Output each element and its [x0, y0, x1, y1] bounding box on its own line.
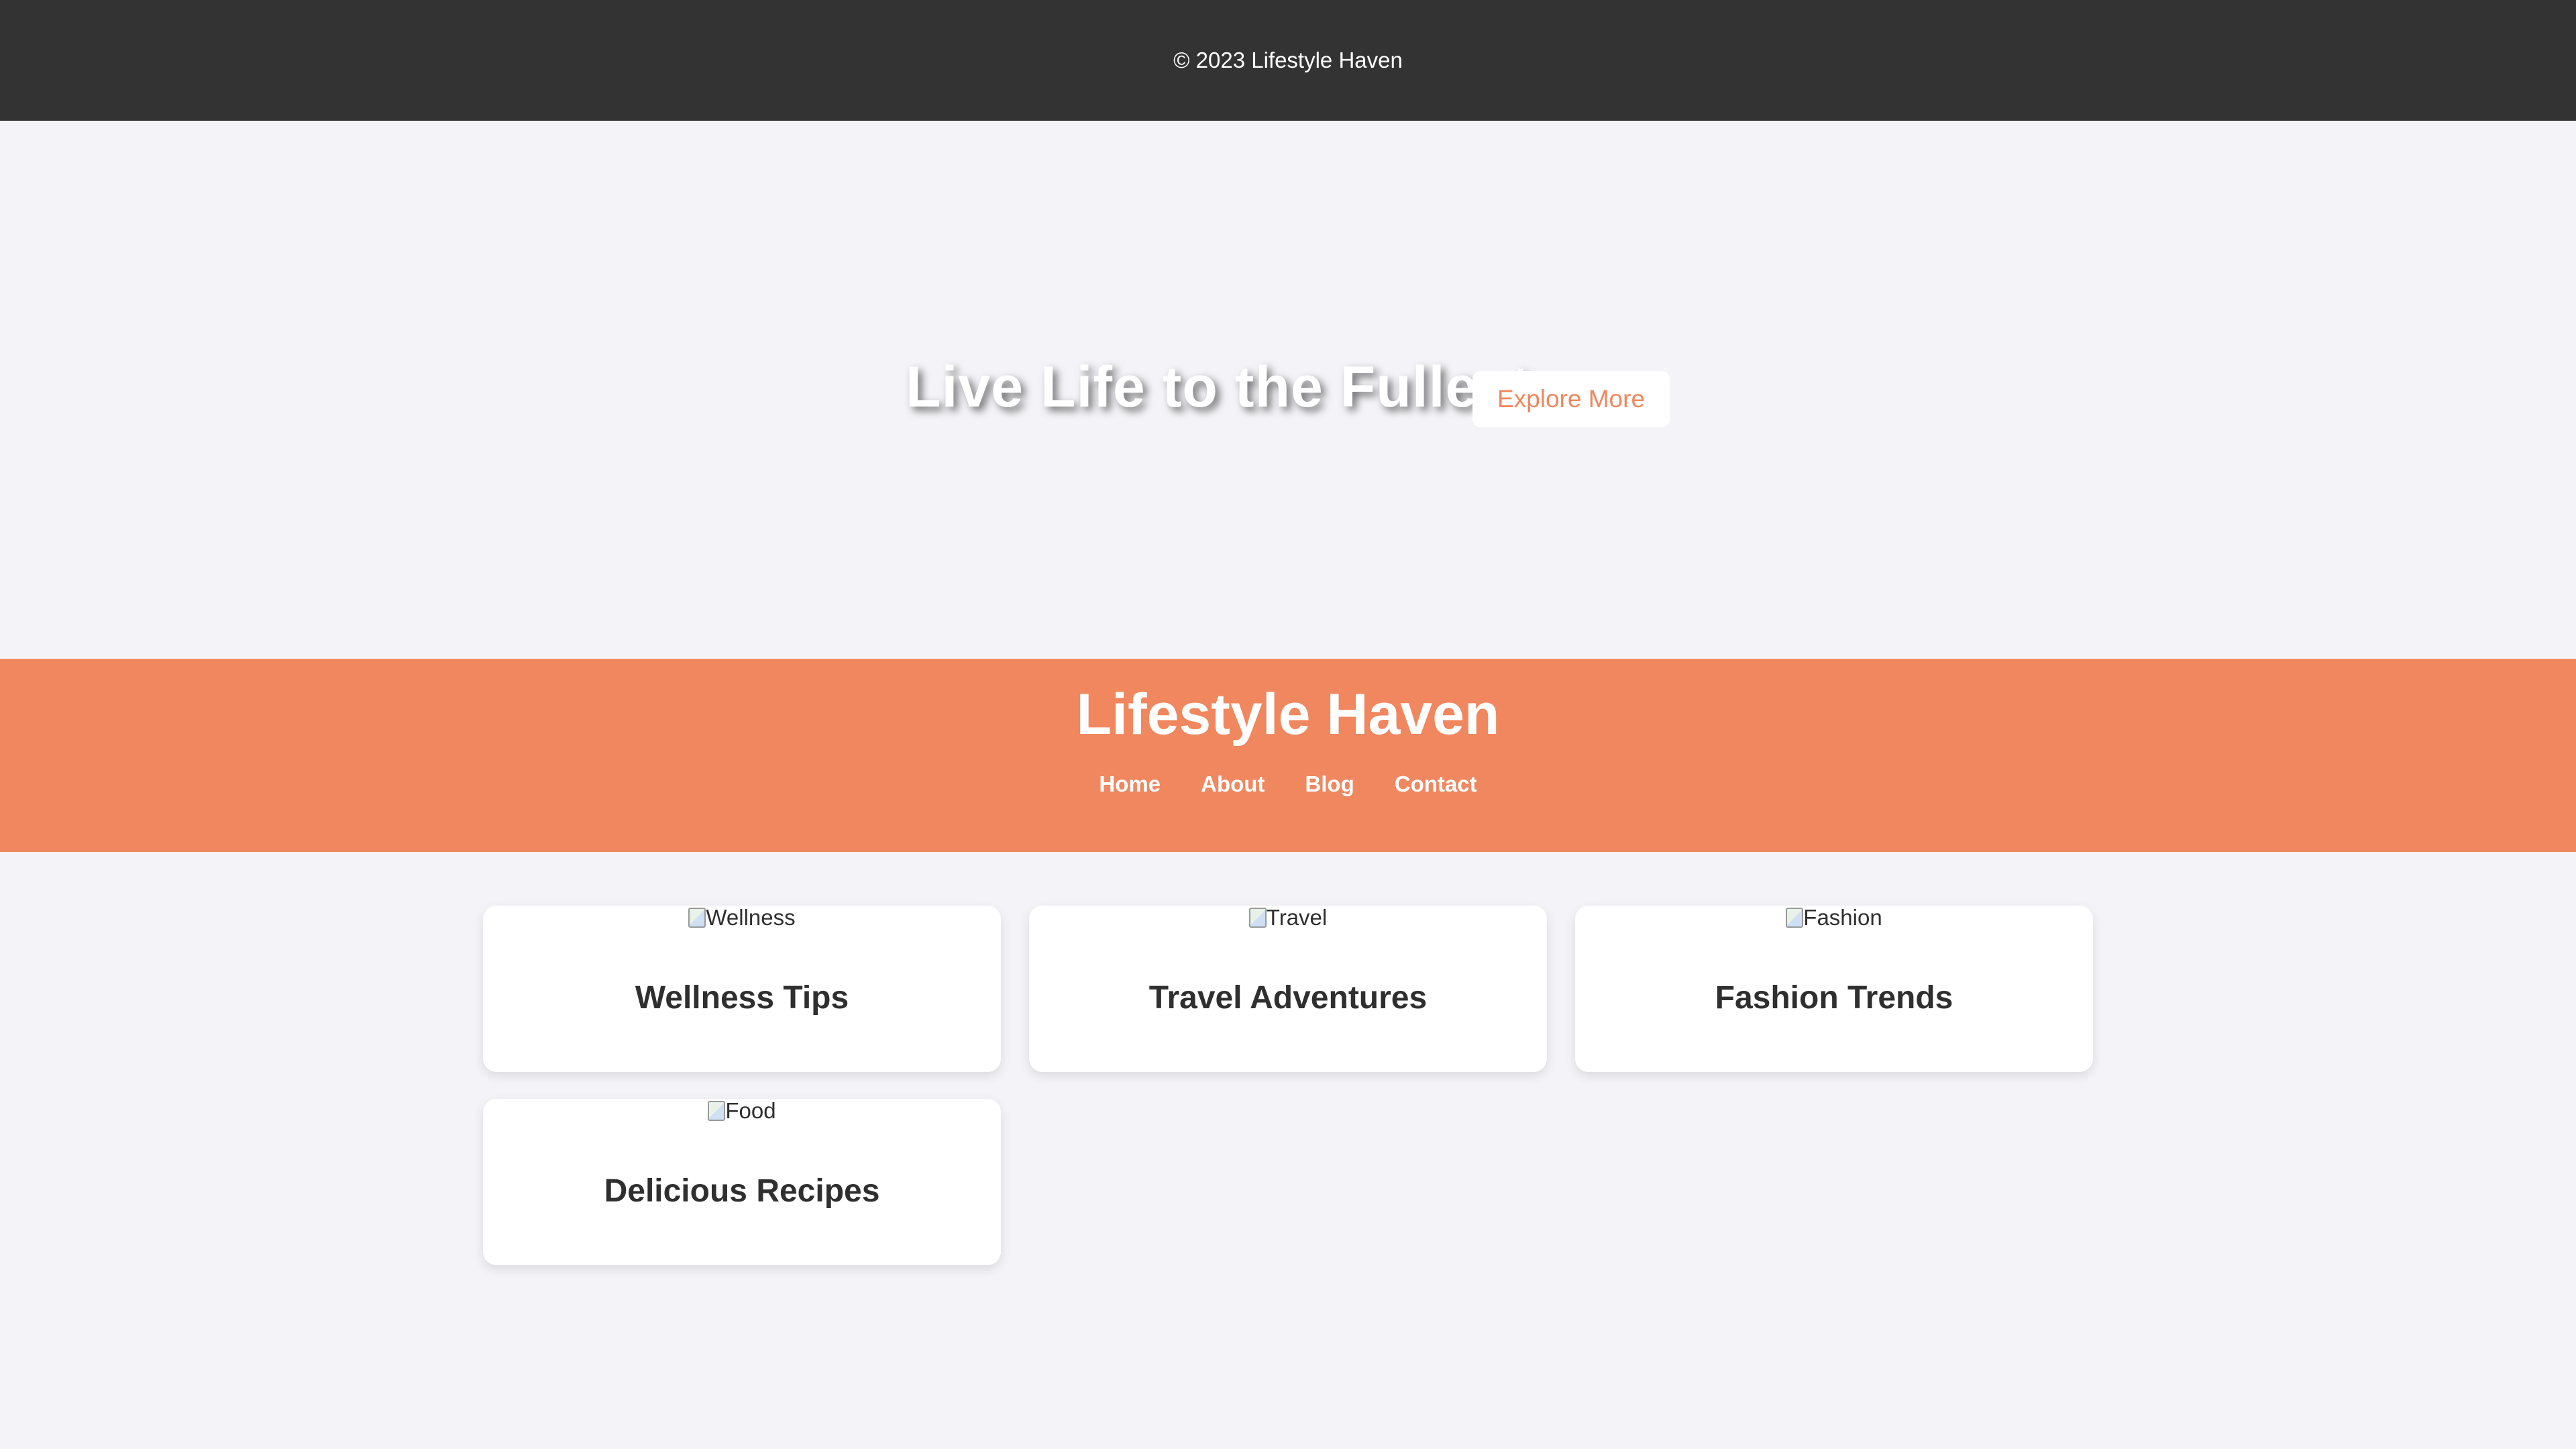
broken-image-icon	[688, 908, 706, 928]
card-fashion[interactable]: Fashion Fashion Trends	[1575, 906, 2093, 1072]
card-image: Travel	[1029, 906, 1547, 930]
broken-image-icon	[708, 1101, 726, 1121]
site-footer: © 2023 Lifestyle Haven	[0, 0, 2576, 121]
card-title: Wellness Tips	[635, 980, 849, 1016]
image-alt-text: Fashion	[1803, 905, 1882, 930]
nav-link-blog[interactable]: Blog	[1305, 771, 1354, 797]
card-title: Travel Adventures	[1148, 980, 1428, 1016]
card-image: Food	[483, 1099, 1001, 1123]
site-title: Lifestyle Haven	[1076, 682, 1500, 747]
copyright-text: © 2023 Lifestyle Haven	[1173, 48, 1403, 72]
explore-more-button[interactable]: Explore More	[1472, 371, 1670, 427]
image-alt-text: Travel	[1266, 905, 1328, 930]
nav-link-about[interactable]: About	[1201, 771, 1265, 797]
card-image: Fashion	[1575, 906, 2093, 930]
hero-section: Live Life to the Fullest Explore More	[0, 121, 2576, 659]
image-alt-text: Food	[725, 1098, 776, 1123]
card-wellness[interactable]: Wellness Wellness Tips	[483, 906, 1001, 1072]
card-travel[interactable]: Travel Travel Adventures	[1029, 906, 1547, 1072]
card-title: Delicious Recipes	[604, 1173, 880, 1209]
nav-link-contact[interactable]: Contact	[1395, 771, 1477, 797]
site-header: Lifestyle Haven Home About Blog Contact	[0, 659, 2576, 852]
image-alt-text: Wellness	[706, 905, 796, 930]
card-image: Wellness	[483, 906, 1001, 930]
card-title: Fashion Trends	[1715, 980, 1953, 1016]
nav-link-home[interactable]: Home	[1099, 771, 1161, 797]
main-nav: Home About Blog Contact	[0, 771, 2576, 797]
broken-image-icon	[1248, 908, 1267, 928]
hero-title: Live Life to the Fullest	[906, 355, 1531, 419]
broken-image-icon	[1786, 908, 1804, 928]
card-food[interactable]: Food Delicious Recipes	[483, 1099, 1001, 1265]
